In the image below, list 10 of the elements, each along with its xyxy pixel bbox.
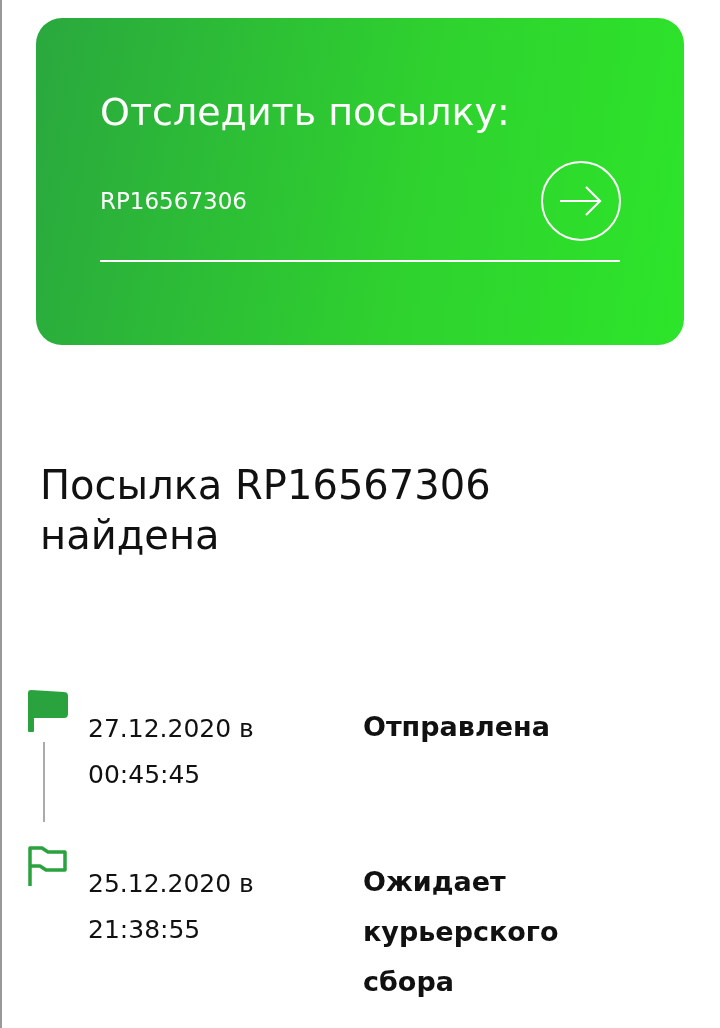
result-heading: Посылка RP16567306 найдена [39,461,492,560]
event-date: 25.12.2020 в [88,868,255,900]
event-date: 27.12.2020 в [88,713,255,745]
event-status: Ожидает курьерского сбора [363,865,560,999]
card-title: Отследить посылку: [100,89,511,136]
event-status: Отправлена [363,710,551,744]
event-time: 21:38:55 [88,914,202,946]
arrow-right-icon[interactable] [540,160,622,242]
tracking-number-field[interactable]: RP16567306 [100,181,540,221]
event-time: 00:45:45 [88,759,202,791]
